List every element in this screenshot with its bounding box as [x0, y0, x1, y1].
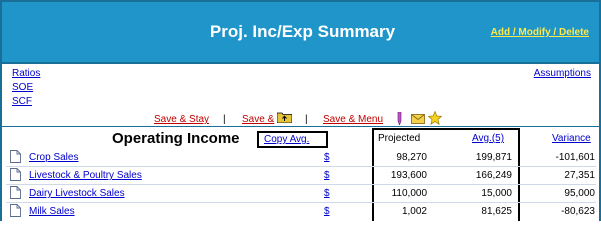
save-menu-link[interactable]: Save & Menu	[323, 114, 383, 125]
scf-link[interactable]: SCF	[12, 96, 32, 107]
document-icon[interactable]	[10, 186, 21, 199]
row-divider	[6, 202, 596, 203]
page-header: Proj. Inc/Exp Summary Add / Modify / Del…	[0, 0, 601, 64]
row-divider	[6, 166, 596, 167]
row-label[interactable]: Dairy Livestock Sales	[29, 188, 125, 199]
variance-value: -101,601	[555, 152, 595, 163]
save-stay-link[interactable]: Save & Stay	[154, 114, 209, 125]
dollar-link[interactable]: $	[324, 152, 330, 163]
dollar-link[interactable]: $	[324, 206, 330, 217]
ratios-link[interactable]: Ratios	[12, 68, 40, 79]
variance-value: 27,351	[564, 170, 595, 181]
soe-link[interactable]: SOE	[12, 82, 33, 93]
row-label[interactable]: Crop Sales	[29, 152, 78, 163]
separator: |	[305, 114, 308, 125]
avg-value: 81,625	[481, 206, 512, 217]
row-divider	[6, 184, 596, 185]
document-icon[interactable]	[10, 150, 21, 163]
add-modify-delete-link[interactable]: Add / Modify / Delete	[491, 27, 589, 38]
projected-value: 193,600	[390, 170, 427, 181]
dollar-link[interactable]: $	[324, 170, 330, 181]
save-folder-link[interactable]: Save &	[242, 114, 274, 125]
section-title: Operating Income	[112, 130, 240, 147]
copy-avg-box: Copy Avg.	[257, 131, 328, 148]
assumptions-link[interactable]: Assumptions	[534, 68, 591, 79]
row-label[interactable]: Milk Sales	[29, 206, 75, 217]
avg-value: 166,249	[475, 170, 512, 181]
separator: |	[223, 114, 226, 125]
operating-income-table: Operating Income Copy Avg. Projected Avg…	[0, 126, 601, 221]
folder-up-icon[interactable]	[277, 112, 292, 123]
document-icon[interactable]	[10, 168, 21, 181]
pencil-icon[interactable]	[396, 112, 403, 125]
projected-value: 98,270	[396, 152, 427, 163]
mail-icon[interactable]	[411, 114, 425, 124]
avg-value: 199,871	[475, 152, 512, 163]
row-label[interactable]: Livestock & Poultry Sales	[29, 170, 142, 181]
document-icon[interactable]	[10, 204, 21, 217]
table-row: Milk Sales $ 1,002 81,625 -80,623	[2, 204, 601, 222]
link-panel: Ratios SOE SCF Assumptions Save & Stay |…	[0, 64, 601, 126]
variance-column-header[interactable]: Variance	[552, 133, 591, 144]
variance-value: -80,623	[561, 206, 595, 217]
projected-value: 1,002	[401, 206, 427, 217]
projected-column-header: Projected	[378, 133, 421, 144]
avg-column-header[interactable]: Avg.(5)	[472, 133, 504, 144]
avg-value: 15,000	[481, 188, 512, 199]
copy-avg-link[interactable]: Copy Avg.	[264, 134, 309, 145]
variance-value: 95,000	[564, 188, 595, 199]
dollar-link[interactable]: $	[324, 188, 330, 199]
star-icon[interactable]	[428, 111, 442, 125]
projected-value: 110,000	[391, 188, 427, 199]
